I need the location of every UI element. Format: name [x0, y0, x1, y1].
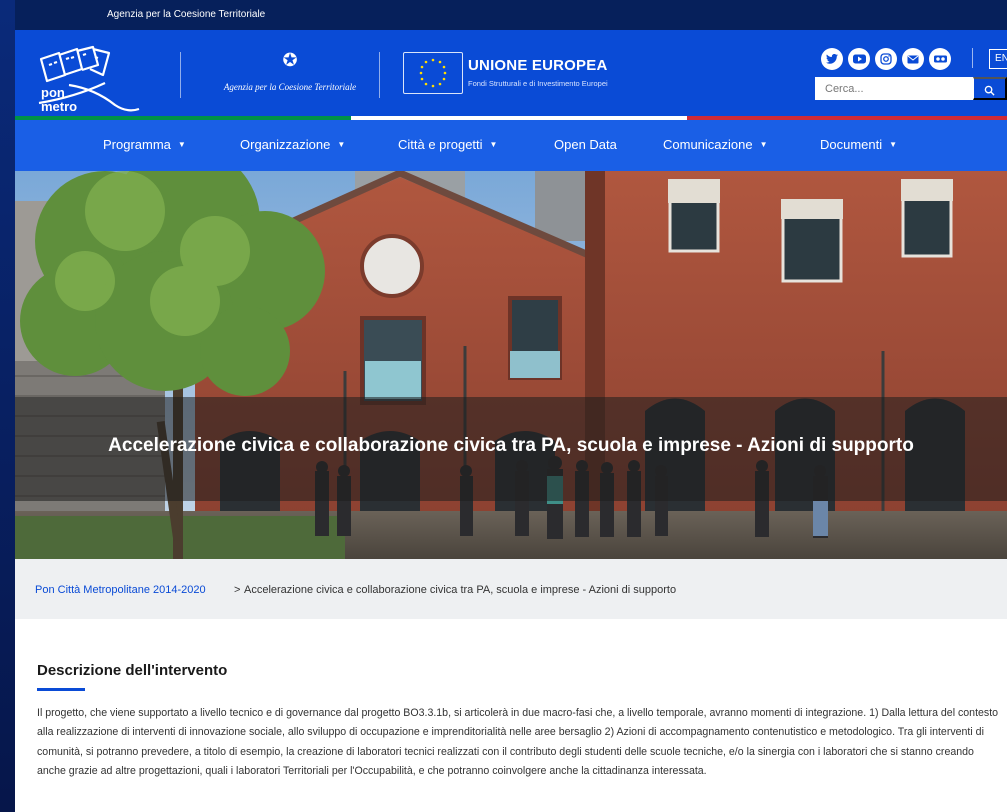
- nav-item-programma[interactable]: Programma ▼: [103, 137, 186, 152]
- social-links: [821, 48, 951, 70]
- agency-logo-text: Agenzia per la Coesione Territoriale: [223, 82, 357, 92]
- caret-down-icon: ▼: [889, 140, 898, 149]
- caret-down-icon: ▼: [489, 140, 498, 149]
- top-bar: Agenzia per la Coesione Territoriale: [15, 0, 1007, 30]
- language-switch[interactable]: EN: [989, 49, 1007, 69]
- youtube-icon[interactable]: [848, 48, 870, 70]
- intervention-description: Il progetto, che viene supportato a live…: [37, 707, 999, 777]
- breadcrumb-separator: >: [234, 584, 241, 596]
- hero-banner: Accelerazione civica e collaborazione ci…: [15, 171, 1007, 559]
- breadcrumb-current: Accelerazione civica e collaborazione ci…: [244, 584, 677, 596]
- page-title: Accelerazione civica e collaborazione ci…: [108, 435, 914, 456]
- header-divider: [972, 48, 973, 68]
- window-frame: [0, 0, 15, 812]
- site-header: pon metro ✪ Agenzia per la Coesione Terr…: [15, 30, 1007, 119]
- eu-title: UNIONE EUROPEA: [468, 57, 608, 74]
- logo-text-pon: pon: [41, 85, 65, 100]
- caret-down-icon: ▼: [759, 140, 768, 149]
- flickr-icon[interactable]: [929, 48, 951, 70]
- agency-top-link[interactable]: Agenzia per la Coesione Territoriale: [107, 9, 265, 20]
- emblem-icon: ✪: [282, 50, 298, 70]
- eu-subtitle: Fondi Strutturali e di Investimento Euro…: [468, 79, 608, 88]
- header-divider: [180, 52, 181, 98]
- section-title: Descrizione dell'intervento: [37, 662, 228, 679]
- nav-item-documenti[interactable]: Documenti ▼: [820, 137, 897, 152]
- caret-down-icon: ▼: [177, 140, 186, 149]
- twitter-icon[interactable]: [821, 48, 843, 70]
- search-button[interactable]: [973, 77, 1007, 100]
- section-title-underline: [37, 688, 85, 691]
- agency-logo[interactable]: ✪ Agenzia per la Coesione Territoriale: [200, 50, 380, 102]
- mail-icon[interactable]: [902, 48, 924, 70]
- logo-text-metro: metro: [41, 99, 77, 114]
- caret-down-icon: ▼: [337, 140, 346, 149]
- search-input[interactable]: [815, 77, 973, 100]
- page: Agenzia per la Coesione Territoriale pon…: [15, 0, 1007, 812]
- instagram-icon[interactable]: [875, 48, 897, 70]
- header-divider: [379, 52, 380, 98]
- breadcrumb: Pon Città Metropolitane 2014-2020 > Acce…: [15, 559, 1007, 619]
- nav-item-citta-e-progetti[interactable]: Città e progetti ▼: [398, 137, 497, 152]
- nav-item-comunicazione[interactable]: Comunicazione ▼: [663, 137, 768, 152]
- pon-metro-logo[interactable]: pon metro: [35, 45, 145, 115]
- eu-flag-icon[interactable]: [403, 52, 463, 94]
- nav-item-open-data[interactable]: Open Data: [554, 137, 617, 152]
- nav-item-organizzazione[interactable]: Organizzazione ▼: [240, 137, 345, 152]
- main-nav: Programma ▼ Organizzazione ▼ Città e proge…: [15, 120, 1007, 171]
- search-icon: [984, 85, 995, 96]
- breadcrumb-home-link[interactable]: Pon Città Metropolitane 2014-2020: [35, 584, 206, 596]
